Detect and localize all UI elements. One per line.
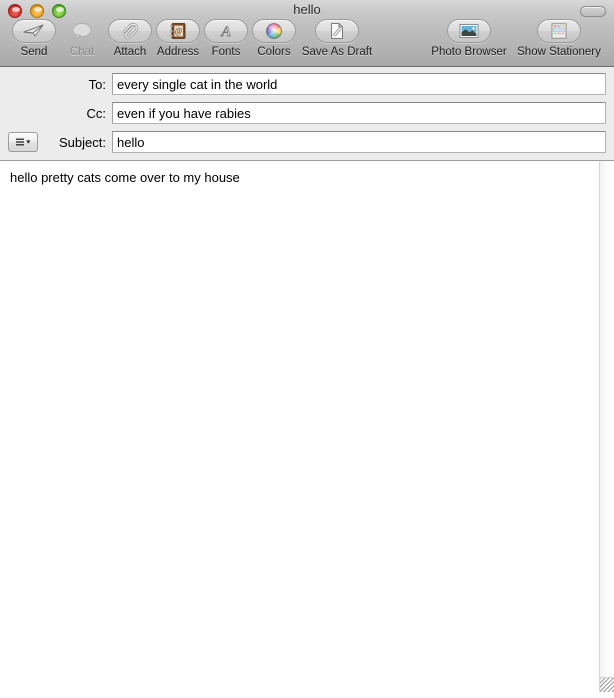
save-as-draft-button-label: Save As Draft: [301, 46, 373, 58]
svg-text:@: @: [175, 26, 182, 35]
colors-button-label: Colors: [257, 46, 291, 58]
address-button-face: @: [156, 19, 200, 43]
address-book-icon: @: [170, 23, 186, 39]
stationery-icon: [551, 23, 567, 39]
draft-page-icon: [331, 23, 343, 39]
colors-button[interactable]: Colors: [250, 19, 298, 58]
chat-button[interactable]: Chat: [58, 19, 106, 58]
attach-button-face: [108, 19, 152, 43]
zoom-button[interactable]: [52, 4, 66, 18]
fonts-button-label: Fonts: [211, 46, 241, 58]
subject-input[interactable]: hello: [112, 131, 606, 153]
cc-field-label: Cc:: [86, 105, 107, 121]
address-button-label: Address: [156, 46, 200, 58]
to-field-label: To:: [88, 76, 106, 92]
chat-button-label: Chat: [69, 46, 95, 58]
show-stationery-button[interactable]: Show Stationery: [514, 19, 604, 58]
send-button-face: [12, 19, 56, 43]
photo-browser-icon: [459, 24, 479, 38]
photo-browser-button[interactable]: Photo Browser: [424, 19, 514, 58]
cc-input[interactable]: even if you have rabies: [112, 102, 606, 124]
titlebar: hello Send Chat Attach @ Address A Fonts…: [0, 0, 614, 67]
header-options-cell: [8, 132, 46, 152]
send-paper-plane-icon: [23, 24, 44, 37]
chat-bubble-icon: [72, 22, 92, 40]
fonts-letter-a-icon: A: [220, 24, 232, 40]
window-resize-grip[interactable]: [599, 677, 614, 692]
toolbar-toggle-button[interactable]: [580, 6, 606, 17]
attach-button[interactable]: Attach: [106, 19, 154, 58]
chat-button-face: [60, 19, 104, 43]
body-vertical-scrollbar[interactable]: [599, 161, 614, 692]
send-button[interactable]: Send: [10, 19, 58, 58]
toolbar: Send Chat Attach @ Address A Fonts Color…: [0, 19, 614, 67]
toolbar-right-group: Photo Browser Show Stationery: [424, 19, 604, 58]
subject-field-label: Subject:: [59, 134, 106, 150]
close-button[interactable]: [8, 4, 22, 18]
save-as-draft-button[interactable]: Save As Draft: [298, 19, 376, 58]
address-button[interactable]: @ Address: [154, 19, 202, 58]
window-controls: [8, 4, 66, 18]
photo-browser-button-label: Photo Browser: [431, 46, 507, 58]
to-field-row: To: every single cat in the world: [8, 73, 606, 95]
cc-field-row: Cc: even if you have rabies: [8, 102, 606, 124]
save-as-draft-button-face: [315, 19, 359, 43]
send-button-label: Send: [20, 46, 48, 58]
chevron-down-icon: [26, 140, 31, 144]
subject-field-row: Subject: hello: [8, 131, 606, 153]
color-wheel-icon: [266, 23, 282, 39]
fonts-button[interactable]: A Fonts: [202, 19, 250, 58]
photo-browser-button-face: [447, 19, 491, 43]
header-options-button[interactable]: [8, 132, 38, 152]
window-title: hello: [293, 2, 321, 17]
svg-text:A: A: [220, 24, 231, 40]
paperclip-icon: [123, 23, 139, 39]
show-stationery-button-face: [537, 19, 581, 43]
toolbar-left-group: Send Chat Attach @ Address A Fonts Color…: [10, 19, 376, 58]
minimize-button[interactable]: [30, 4, 44, 18]
message-body-area: hello pretty cats come over to my house: [0, 161, 614, 692]
show-stationery-button-label: Show Stationery: [517, 46, 601, 58]
colors-button-face: [252, 19, 296, 43]
to-input[interactable]: every single cat in the world: [112, 73, 606, 95]
compose-header-fields: To: every single cat in the world Cc: ev…: [0, 67, 614, 161]
mail-compose-window: hello Send Chat Attach @ Address A Fonts…: [0, 0, 614, 698]
message-body-editor[interactable]: hello pretty cats come over to my house: [0, 161, 614, 195]
fonts-button-face: A: [204, 19, 248, 43]
header-options-menu-icon: [16, 138, 31, 146]
attach-button-label: Attach: [113, 46, 147, 58]
